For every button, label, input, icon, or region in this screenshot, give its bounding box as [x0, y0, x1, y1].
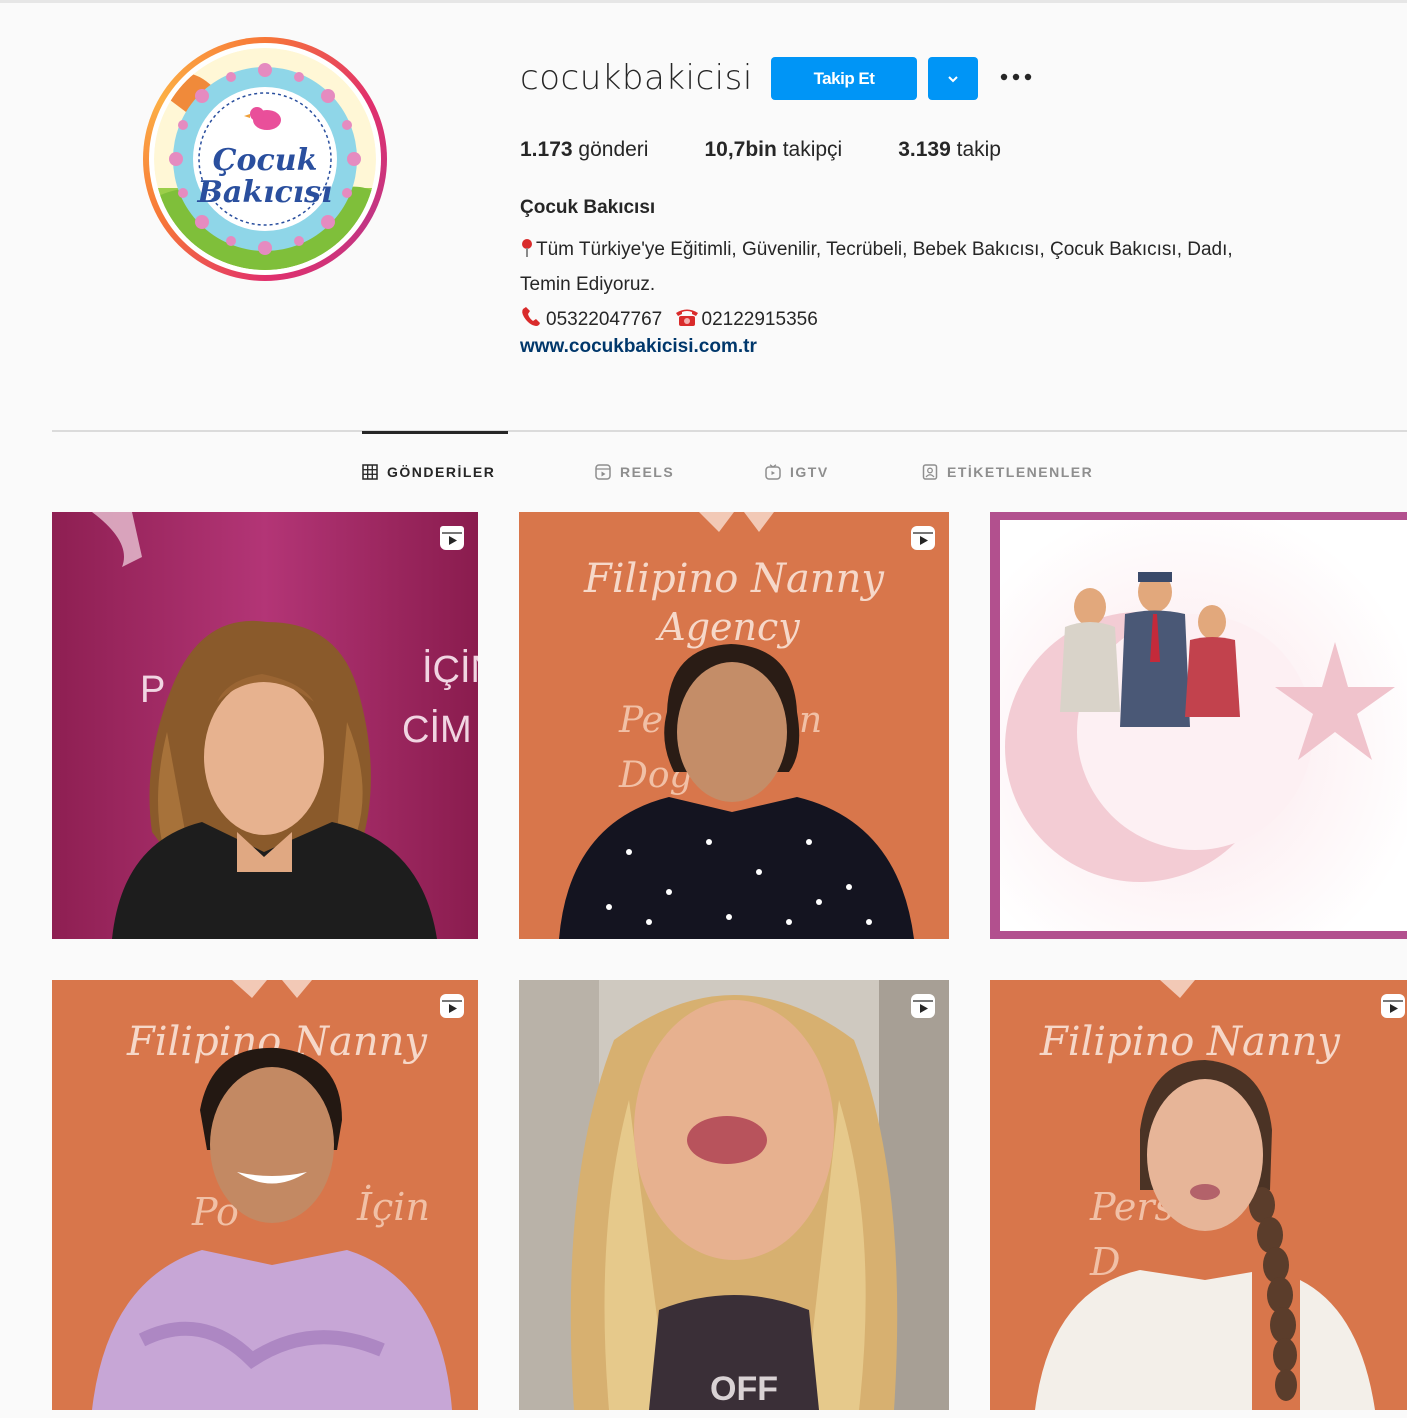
post-photo: Filipino Nanny Pers D — [990, 980, 1407, 1410]
profile-username: cocukbakicisi — [520, 58, 753, 98]
post-photo: Filipino Nanny Agency Pe Doğ n — [519, 512, 949, 939]
tagged-icon — [922, 464, 938, 480]
profile-website-link[interactable]: www.cocukbakicisi.com.tr — [520, 336, 757, 358]
posts-count: 1.173 gönderi — [520, 138, 649, 161]
grid-icon — [362, 464, 378, 480]
brand-logo: Çocuk Bakıcısı — [154, 48, 376, 270]
active-tab-indicator — [362, 431, 508, 434]
svg-text:D: D — [1089, 1240, 1120, 1284]
pin-icon — [522, 239, 532, 257]
tab-reels[interactable]: REELS — [595, 461, 674, 483]
telephone-icon — [675, 309, 698, 326]
landline-phone: 02122915356 — [701, 309, 818, 330]
mobile-phone: 05322047767 — [546, 309, 663, 330]
follow-button[interactable]: Takip Et — [771, 57, 917, 100]
tab-tagged[interactable]: ETİKETLENENLER — [922, 461, 1093, 483]
suggested-accounts-button[interactable] — [928, 57, 978, 100]
story-ring: Çocuk Bakıcısı — [143, 37, 387, 281]
svg-text:CİM: CİM — [402, 708, 472, 751]
profile-stats: 1.173 gönderi 10,7bin takipçi 3.139 taki… — [520, 138, 1057, 162]
post-thumbnail-4[interactable]: Filipino Nanny Po İçin — [52, 980, 478, 1410]
post-thumbnail-3[interactable] — [990, 512, 1407, 939]
svg-text:Filipino Nanny: Filipino Nanny — [583, 556, 885, 602]
reel-icon — [911, 994, 935, 1018]
reels-icon — [595, 464, 611, 480]
more-options-button[interactable] — [996, 62, 1036, 92]
top-border — [0, 0, 1407, 3]
svg-text:İçin: İçin — [356, 1185, 430, 1229]
post-photo: Filipino Nanny Po İçin — [52, 980, 478, 1410]
post-thumbnail-2[interactable]: Filipino Nanny Agency Pe Doğ n — [519, 512, 949, 939]
reel-icon — [1381, 994, 1405, 1018]
profile-bio: Tüm Türkiye'ye Eğitimli, Güvenilir, Tecr… — [520, 239, 1233, 330]
tabs-divider — [52, 430, 1407, 432]
post-thumbnail-1[interactable]: İÇİN CİM P — [52, 512, 478, 939]
svg-text:OFF: OFF — [710, 1370, 778, 1408]
post-photo — [990, 512, 1407, 939]
post-photo: OFF — [519, 980, 949, 1410]
chevron-down-icon — [948, 75, 958, 82]
reel-icon — [440, 526, 464, 550]
reel-icon — [911, 526, 935, 550]
svg-text:Çocuk: Çocuk — [213, 143, 318, 178]
svg-text:Pe: Pe — [618, 700, 663, 741]
telephone-receiver-icon — [522, 307, 540, 326]
following-count[interactable]: 3.139 takip — [898, 138, 1001, 162]
profile-avatar[interactable]: Çocuk Bakıcısı — [143, 37, 387, 281]
svg-text:İÇİN: İÇİN — [422, 648, 478, 691]
more-dots-icon — [1000, 73, 1032, 81]
svg-text:Bakıcısı: Bakıcısı — [197, 175, 333, 210]
post-thumbnail-6[interactable]: Filipino Nanny Pers D — [990, 980, 1407, 1410]
svg-text:P: P — [140, 669, 165, 711]
post-thumbnail-5[interactable]: OFF — [519, 980, 949, 1410]
tab-posts[interactable]: GÖNDERİLER — [362, 461, 495, 483]
profile-full-name: Çocuk Bakıcısı — [520, 197, 656, 218]
reel-icon — [440, 994, 464, 1018]
tab-igtv[interactable]: IGTV — [765, 461, 829, 483]
svg-text:Filipino Nanny: Filipino Nanny — [1039, 1019, 1341, 1065]
post-photo: İÇİN CİM P — [52, 512, 478, 939]
svg-text:n: n — [799, 700, 822, 741]
svg-text:Agency: Agency — [655, 605, 800, 649]
followers-count[interactable]: 10,7bin takipçi — [704, 138, 842, 162]
igtv-icon — [765, 464, 781, 480]
